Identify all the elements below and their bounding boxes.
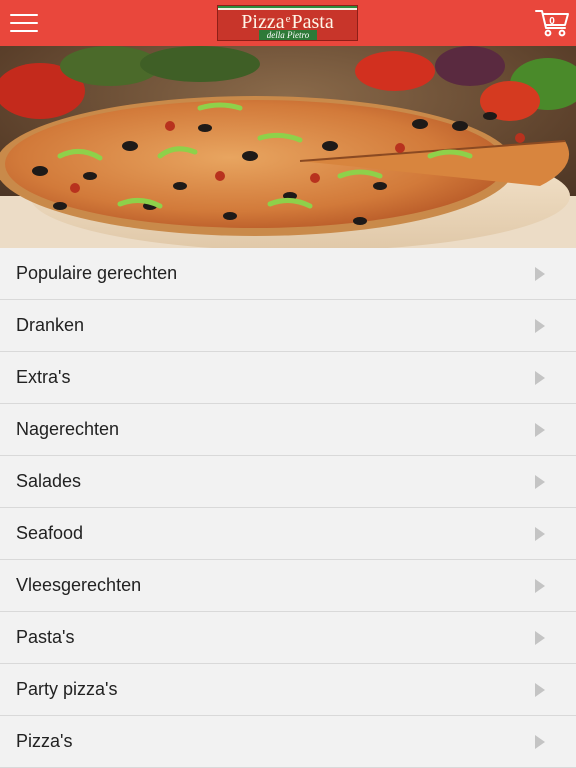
- chevron-right-icon: [535, 371, 545, 385]
- logo-subtitle: della Pietro: [259, 30, 317, 40]
- category-label: Pasta's: [16, 627, 75, 647]
- chevron-right-icon: [535, 475, 545, 489]
- category-label: Pizza's: [16, 731, 73, 751]
- logo-title: PizzaePasta: [241, 11, 334, 33]
- shopping-cart-button[interactable]: 0: [534, 7, 570, 39]
- category-label: Salades: [16, 471, 82, 491]
- app-logo[interactable]: PizzaePasta della Pietro: [217, 5, 358, 41]
- category-item[interactable]: Salades: [0, 456, 576, 508]
- category-item[interactable]: Pizza's: [0, 716, 576, 768]
- category-label: Extra's: [16, 367, 71, 387]
- category-label: Party pizza's: [16, 679, 118, 699]
- category-label: Seafood: [16, 523, 84, 543]
- category-item[interactable]: Seafood: [0, 508, 576, 560]
- category-item[interactable]: Populaire gerechten: [0, 248, 576, 300]
- category-list: Populaire gerechten Dranken Extra's Nage…: [0, 248, 576, 768]
- chevron-right-icon: [535, 267, 545, 281]
- top-bar: PizzaePasta della Pietro 0: [0, 0, 576, 46]
- chevron-right-icon: [535, 631, 545, 645]
- hamburger-menu-icon[interactable]: [10, 11, 38, 35]
- chevron-right-icon: [535, 579, 545, 593]
- chevron-right-icon: [535, 683, 545, 697]
- category-label: Nagerechten: [16, 419, 120, 439]
- chevron-right-icon: [535, 423, 545, 437]
- category-item[interactable]: Nagerechten: [0, 404, 576, 456]
- category-item[interactable]: Extra's: [0, 352, 576, 404]
- category-item[interactable]: Dranken: [0, 300, 576, 352]
- chevron-right-icon: [535, 319, 545, 333]
- chevron-right-icon: [535, 735, 545, 749]
- category-item[interactable]: Party pizza's: [0, 664, 576, 716]
- category-label: Populaire gerechten: [16, 263, 178, 283]
- category-item[interactable]: Vleesgerechten: [0, 560, 576, 612]
- pizza-photo: [0, 46, 576, 248]
- chevron-right-icon: [535, 527, 545, 541]
- category-label: Dranken: [16, 315, 85, 335]
- cart-count-badge: 0: [549, 16, 555, 27]
- category-label: Vleesgerechten: [16, 575, 142, 595]
- hero-pizza-image: [0, 46, 576, 248]
- category-item[interactable]: Pasta's: [0, 612, 576, 664]
